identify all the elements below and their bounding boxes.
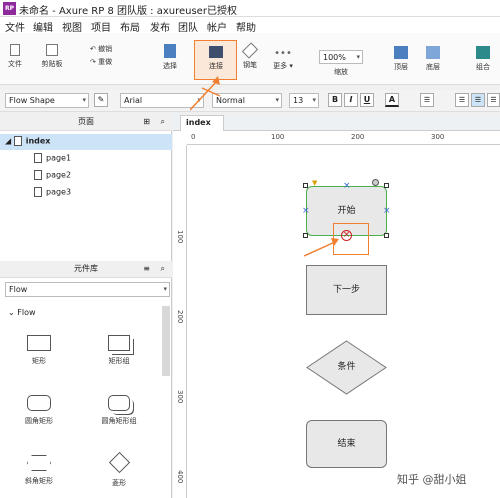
menu-edit[interactable]: 编辑 — [33, 19, 53, 34]
menu-help[interactable]: 帮助 — [236, 19, 256, 34]
style-edit-icon[interactable]: ✎ — [94, 93, 108, 107]
flow-shape-condition[interactable]: 条件 — [306, 340, 387, 395]
layer-bottom-icon — [426, 46, 440, 59]
layer-top-icon — [394, 46, 408, 59]
align-left-icon[interactable]: ☰ — [455, 93, 469, 107]
underline-button[interactable]: U — [360, 93, 374, 107]
bevel-rectangle-icon — [27, 455, 51, 471]
menu-team[interactable]: 团队 — [178, 19, 198, 34]
collapse-arrow-icon: ◢ — [5, 136, 12, 146]
chevron-down-icon: ▾ — [356, 53, 360, 61]
widget-rounded-rectangle[interactable]: 圆角矩形 — [14, 395, 64, 426]
menu-publish[interactable]: 发布 — [150, 19, 170, 34]
library-panel-header: 元件库 ≡ ⌕ — [0, 261, 172, 278]
diamond-icon — [108, 451, 130, 474]
menu-view[interactable]: 视图 — [62, 19, 82, 34]
menu-icon[interactable]: ≡ — [143, 261, 150, 277]
redo-icon: ↷ — [90, 58, 96, 66]
connection-point-icon[interactable]: × — [383, 207, 391, 216]
watermark: 知乎 @甜小姐 — [395, 470, 469, 488]
search-icon[interactable]: ⌕ — [161, 114, 165, 130]
left-pane — [0, 114, 172, 498]
annotation-arrows — [190, 76, 339, 257]
rectangle-group-icon — [108, 335, 130, 351]
widget-rectangle-group[interactable]: 矩形组 — [94, 335, 144, 366]
bring-to-top-button[interactable]: 顶层 — [386, 46, 416, 72]
chevron-down-icon: ⌄ — [8, 308, 15, 317]
chevron-down-icon: ▾ — [163, 285, 167, 293]
flow-shape-end[interactable]: 结束 — [306, 420, 387, 468]
page-icon — [13, 136, 22, 146]
clipboard-icon — [46, 44, 58, 56]
widget-bevel-rectangle[interactable]: 斜角矩形 — [14, 455, 64, 486]
page-icon — [34, 187, 42, 197]
pages-panel-header: 页面 ⊞ ⌕ — [0, 114, 172, 131]
shape-type-select[interactable]: Flow Shape ▾ — [5, 93, 89, 108]
arrow-to-connection-point — [303, 241, 336, 257]
search-icon[interactable]: ⌕ — [161, 261, 165, 277]
pen-icon — [241, 42, 259, 59]
rotate-handle-icon[interactable] — [372, 179, 379, 186]
redo-button[interactable]: ↷ 重做 — [90, 57, 120, 67]
rectangle-icon — [27, 335, 51, 351]
flow-shape-next[interactable]: 下一步 — [306, 265, 387, 315]
group-icon — [476, 46, 490, 59]
undo-icon: ↶ — [90, 45, 96, 53]
font-color-button[interactable]: A — [385, 93, 399, 107]
vertical-ruler: 100 200 300 400 — [173, 145, 187, 498]
widget-diamond[interactable]: 菱形 — [94, 451, 144, 488]
chevron-down-icon: ▾ — [82, 96, 86, 104]
menu-project[interactable]: 项目 — [91, 19, 111, 34]
library-section-flow[interactable]: ⌄ Flow — [8, 308, 36, 317]
title-bar: RP 未命名 - Axure RP 8 团队版 : axureuser已授权 — [0, 0, 500, 17]
resize-handle[interactable] — [384, 183, 389, 188]
page-item-index[interactable]: ◢ index — [0, 134, 172, 150]
axure-logo-icon: RP — [3, 2, 16, 15]
page-icon — [34, 170, 42, 180]
library-scrollbar[interactable] — [162, 306, 170, 376]
menu-bar: 文件 编辑 视图 项目 布局 发布 团队 帐户 帮助 — [0, 17, 500, 34]
clipboard-button[interactable]: 剪贴板 — [32, 44, 72, 69]
bullet-list-icon[interactable]: ☰ — [420, 93, 434, 107]
undo-button[interactable]: ↶ 撤销 — [90, 44, 120, 54]
send-to-bottom-button[interactable]: 底层 — [418, 46, 448, 72]
arrowhead-icon — [212, 76, 220, 85]
page-item-page1[interactable]: page1 — [34, 153, 71, 163]
more-dots-icon: ••• — [274, 48, 292, 59]
page-item-page3[interactable]: page3 — [34, 187, 71, 197]
condition-label: 条件 — [337, 362, 356, 372]
rounded-rectangle-icon — [27, 395, 51, 411]
library-select[interactable]: Flow ▾ — [5, 282, 170, 297]
widget-rounded-rectangle-group[interactable]: 圆角矩形组 — [94, 395, 144, 426]
menu-file[interactable]: 文件 — [5, 19, 25, 34]
window-title: 未命名 - Axure RP 8 团队版 : axureuser已授权 — [19, 6, 237, 17]
widget-rectangle[interactable]: 矩形 — [14, 335, 64, 366]
select-icon — [164, 44, 176, 58]
rounded-rectangle-group-icon — [108, 395, 130, 411]
resize-handle[interactable] — [384, 233, 389, 238]
file-icon — [10, 44, 20, 56]
add-page-icon[interactable]: ⊞ — [143, 114, 150, 130]
align-center-icon[interactable]: ☰ — [471, 93, 485, 107]
menu-layout[interactable]: 布局 — [120, 19, 140, 34]
file-button[interactable]: 文件 — [4, 44, 26, 69]
arrow-to-connect — [190, 79, 219, 111]
page-icon — [34, 153, 42, 163]
arrowhead-icon — [331, 238, 339, 246]
connector-icon — [209, 46, 223, 58]
select-button[interactable]: 选择 — [150, 44, 190, 71]
group-button[interactable]: 组合 — [468, 46, 498, 72]
menu-account[interactable]: 帐户 — [207, 19, 227, 34]
page-item-page2[interactable]: page2 — [34, 170, 71, 180]
align-right-icon[interactable]: ☰ — [487, 93, 500, 107]
